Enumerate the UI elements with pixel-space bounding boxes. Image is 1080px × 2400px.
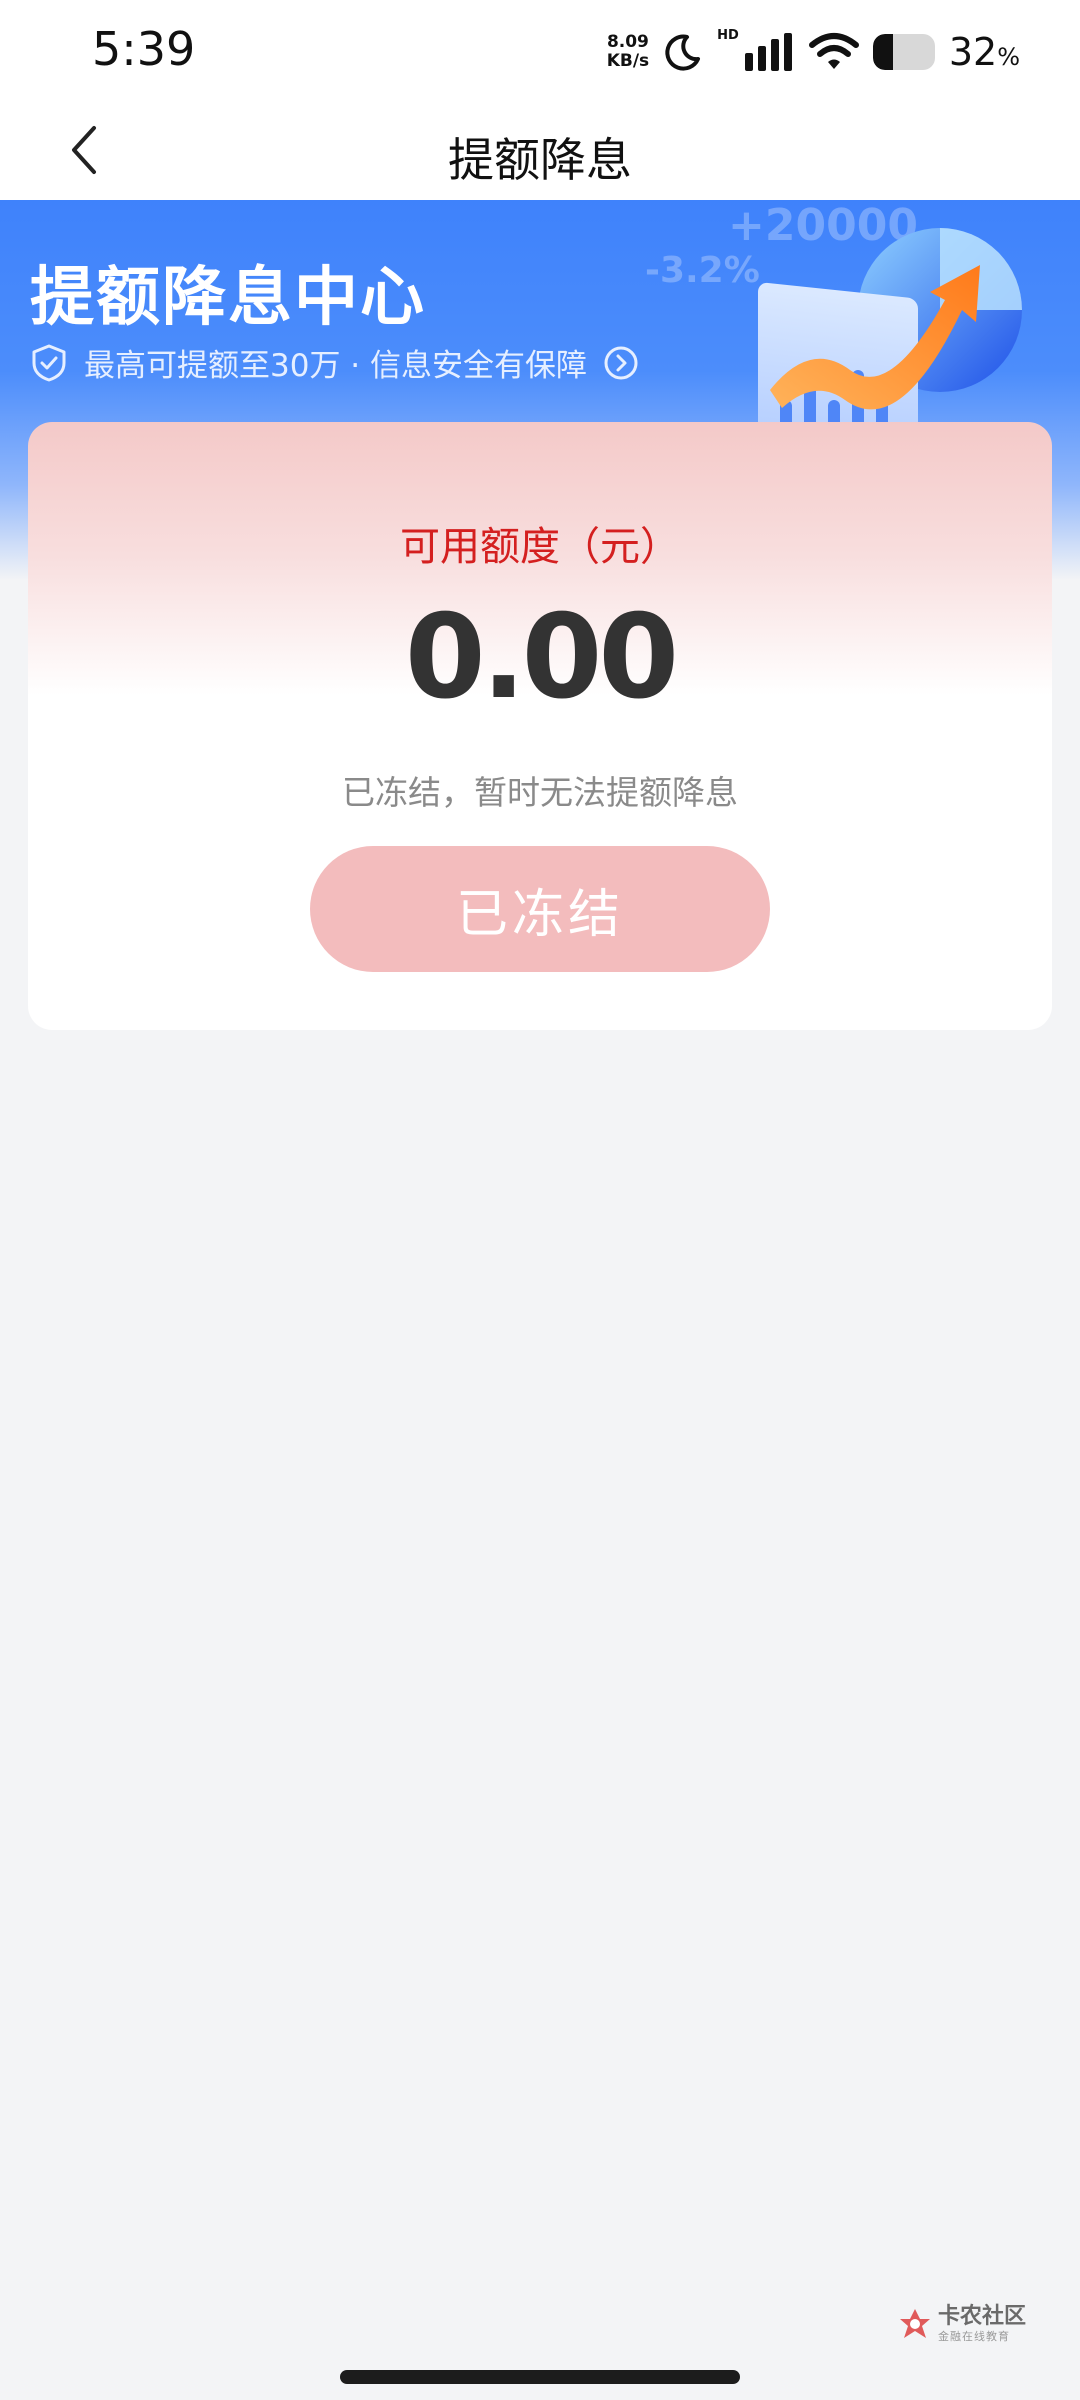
watermark-title: 卡农社区	[938, 2304, 1027, 2329]
network-speed: 8.09 KB/s	[607, 33, 649, 71]
hd-label: HD	[717, 28, 739, 43]
watermark-subtitle: 金融在线教育	[938, 2330, 1010, 2343]
frozen-status-text: 已冻结，暂时无法提额降息	[342, 773, 738, 812]
network-speed-value: 8.09	[606, 32, 649, 52]
battery-percent-unit: %	[997, 43, 1020, 71]
credit-amount: 0.00	[404, 590, 679, 725]
status-time: 5:39	[92, 22, 196, 76]
signal-icon	[744, 33, 792, 71]
status-icons: 8.09 KB/s HD 32%	[607, 28, 1020, 76]
page-title: 提额降息	[448, 133, 632, 187]
credit-label: 可用额度（元）	[400, 524, 680, 570]
nav-bar: 提额降息	[0, 100, 1080, 200]
kanong-logo-icon	[900, 2309, 930, 2338]
chevron-right-circle-icon	[604, 346, 638, 379]
frozen-button[interactable]: 已冻结	[310, 846, 770, 972]
hero-subtitle-link[interactable]: 最高可提额至30万 · 信息安全有保障	[30, 340, 639, 385]
shield-check-icon	[32, 344, 66, 381]
network-speed-unit: KB/s	[606, 51, 650, 71]
battery-percent-value: 32	[948, 30, 998, 74]
watermark: 卡农社区 金融在线教育	[898, 2306, 1026, 2342]
wifi-icon	[808, 33, 859, 69]
credit-card: 可用额度（元） 0.00 已冻结，暂时无法提额降息 已冻结	[28, 422, 1052, 1030]
battery-percent: 32%	[949, 30, 1020, 74]
hero-title: 提额降息中心	[30, 261, 426, 335]
status-bar: 5:39 8.09 KB/s HD 32%	[0, 0, 1080, 100]
hero-subtitle: 最高可提额至30万 · 信息安全有保障	[84, 348, 588, 384]
battery-fill	[872, 34, 893, 70]
home-gesture-bar[interactable]	[340, 2370, 740, 2384]
battery-icon	[872, 34, 935, 70]
moon-icon	[665, 34, 701, 71]
